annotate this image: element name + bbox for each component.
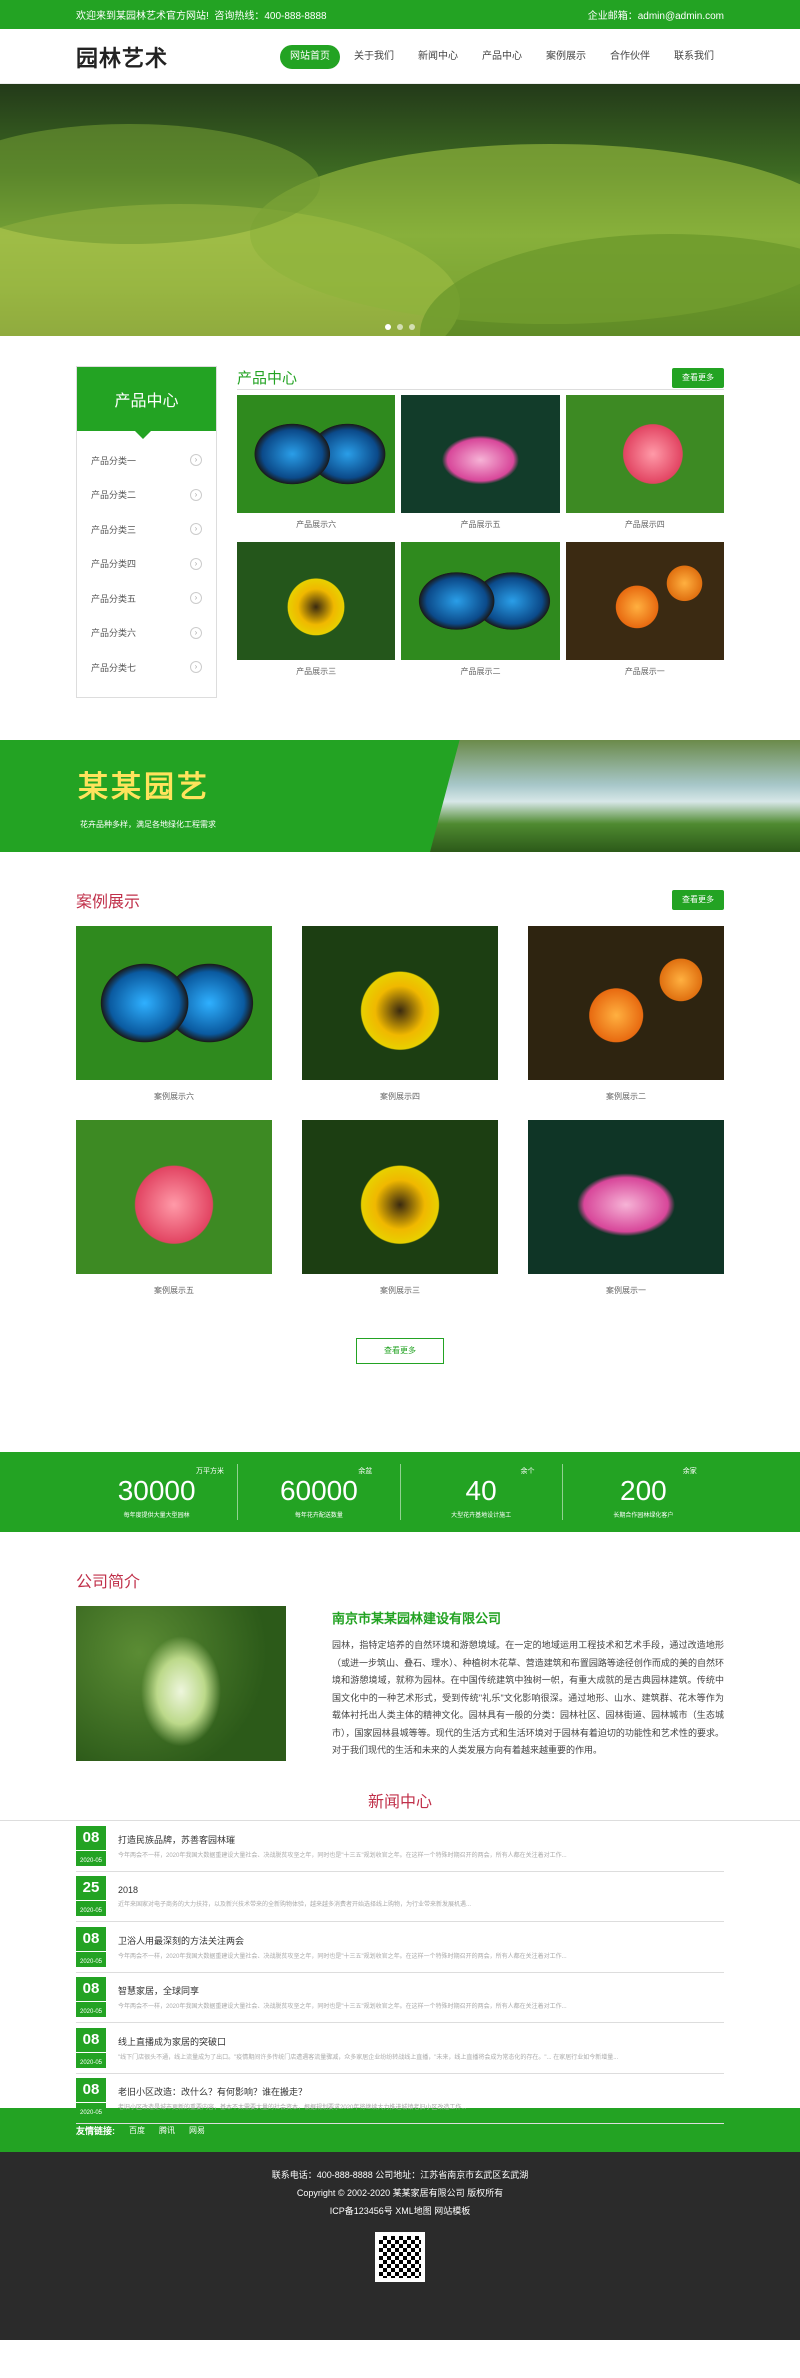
slogan-subtitle: 花卉品种多样，满足各地绿化工程需求 xyxy=(80,820,216,829)
product-card[interactable]: 产品展示二 xyxy=(401,542,560,684)
sidebar-title: 产品中心 xyxy=(77,367,216,439)
news-item[interactable]: 25 2020-05 2018 近年来国家对电子商务的大力扶持，以及新兴技术带来的全新… xyxy=(76,1872,724,1922)
qr-code-icon xyxy=(375,2232,425,2282)
category-item[interactable]: 产品分类六 › xyxy=(91,616,202,651)
category-item[interactable]: 产品分类三 › xyxy=(91,512,202,547)
slogan-title: 某某园艺 xyxy=(78,771,210,804)
more-button[interactable]: 查看更多 xyxy=(672,890,724,910)
case-card[interactable]: 案例展示二 xyxy=(528,926,724,1114)
header: 园林艺术 网站首页 关于我们 新闻中心 产品中心 案例展示 合作伙伴 联系我们 xyxy=(0,29,800,84)
company-name[interactable]: 南京市某某园林建设有限公司 xyxy=(332,1608,724,1627)
news-item[interactable]: 08 2020-05 卫浴人用最深刻的方法关注两会 今年两会不一样，2020年我国大数… xyxy=(76,1922,724,1973)
product-card[interactable]: 产品展示一 xyxy=(565,542,724,684)
landscape-image xyxy=(430,740,800,852)
section-title: 案例展示 xyxy=(76,894,141,911)
product-section: 产品中心 产品分类一 › 产品分类二 › 产品分类三 › 产品分类四 › 产品分类五 › … xyxy=(0,336,800,740)
friend-link[interactable]: 网易 xyxy=(189,2125,205,2136)
news-item[interactable]: 08 2020-05 打造民族品牌，苏善客园林璀 今年两会不一样，2020年我国大数据… xyxy=(76,1821,724,1872)
product-card[interactable]: 产品展示四 xyxy=(565,395,724,537)
friend-link[interactable]: 百度 xyxy=(129,2125,145,2136)
category-item[interactable]: 产品分类二 › xyxy=(91,478,202,513)
footer: 联系电话：400-888-8888 公司地址：江苏省南京市玄武区玄武湖 Copy… xyxy=(0,2152,800,2340)
footer-copyright: Copyright © 2002-2020 某某家居有限公司 版权所有 xyxy=(296,2188,504,2198)
date-badge: 08 2020-05 xyxy=(76,1825,106,1866)
friend-link[interactable]: 腾讯 xyxy=(159,2125,175,2136)
arrow-icon: › xyxy=(190,626,202,639)
category-item[interactable]: 产品分类五 › xyxy=(91,581,202,616)
nav-products[interactable]: 产品中心 xyxy=(472,45,532,69)
stat-item: 万平方米 30000 每年度提供大量大型园林 xyxy=(76,1464,239,1520)
more-button[interactable]: 查看更多 xyxy=(672,367,724,388)
arrow-icon: › xyxy=(190,488,202,501)
date-badge: 25 2020-05 xyxy=(76,1876,106,1917)
case-card[interactable]: 案例展示三 xyxy=(302,1120,498,1308)
banner-dot[interactable] xyxy=(397,324,403,330)
section-title: 新闻中心 xyxy=(0,1788,800,1821)
nav-partners[interactable]: 合作伙伴 xyxy=(600,45,660,69)
product-card[interactable]: 产品展示三 xyxy=(237,542,396,684)
arrow-icon: › xyxy=(190,557,202,570)
product-sidebar: 产品中心 产品分类一 › 产品分类二 › 产品分类三 › 产品分类四 › 产品分类五 › … xyxy=(76,366,217,698)
nav-home[interactable]: 网站首页 xyxy=(280,44,340,69)
arrow-icon: › xyxy=(190,523,202,536)
date-badge: 08 2020-05 xyxy=(76,2027,106,2068)
banner-dot[interactable] xyxy=(409,324,415,330)
case-section: 案例展示 查看更多 案例展示六 案例展示四 案例展示二 案例展示五 案例展示三 案… xyxy=(0,852,800,1452)
stat-item: 余个 40 大型花卉基地设计施工 xyxy=(401,1464,563,1520)
stat-item: 余家 200 长期合作园林绿化客户 xyxy=(613,1468,697,1519)
stats-band: 万平方米 30000 每年度提供大量大型园林 余盆 60000 每年花卉配送数量 余个 4… xyxy=(0,1452,800,1532)
case-card[interactable]: 案例展示五 xyxy=(76,1120,272,1308)
section-title: 产品中心 xyxy=(237,370,298,387)
stat-item: 余盆 60000 每年花卉配送数量 xyxy=(238,1464,401,1520)
slogan-banner: 某某园艺 花卉品种多样，满足各地绿化工程需求 xyxy=(0,740,800,852)
case-card[interactable]: 案例展示四 xyxy=(302,926,498,1114)
product-card[interactable]: 产品展示五 xyxy=(401,395,560,537)
category-item[interactable]: 产品分类七 › xyxy=(91,650,202,685)
view-more-button[interactable]: 查看更多 xyxy=(356,1338,444,1364)
hero-banner[interactable] xyxy=(0,84,800,336)
nav-contact[interactable]: 联系我们 xyxy=(664,45,724,69)
about-image xyxy=(76,1606,286,1761)
news-item[interactable]: 08 2020-05 智慧家居，全球同享 今年两会不一样，2020年我国大数据重建设大… xyxy=(76,1973,724,2023)
friend-links: 友情链接: 百度 腾讯 网易 xyxy=(0,2108,800,2152)
banner-dot[interactable] xyxy=(385,324,391,330)
news-section: 新闻中心 08 2020-05 打造民族品牌，苏善客园林璀 今年两会不一样，2020年… xyxy=(0,1768,800,2124)
main-nav: 网站首页 关于我们 新闻中心 产品中心 案例展示 合作伙伴 联系我们 xyxy=(280,44,724,69)
footer-icp[interactable]: ICP备123456号 XML地图 网站模板 xyxy=(0,2202,800,2220)
nav-news[interactable]: 新闻中心 xyxy=(408,45,468,69)
case-card[interactable]: 案例展示六 xyxy=(76,926,272,1114)
links-label: 友情链接: xyxy=(76,2125,115,2136)
arrow-icon: › xyxy=(190,592,202,605)
nav-about[interactable]: 关于我们 xyxy=(344,45,404,69)
news-item[interactable]: 08 2020-05 线上直播成为家居的突破口 "线下门店很头不通，线上流量成为了出口… xyxy=(76,2023,724,2074)
about-section: 公司简介 南京市某某园林建设有限公司 园林，指特定培养的自然环境和游憩境域。在一… xyxy=(0,1532,800,1768)
nav-cases[interactable]: 案例展示 xyxy=(536,45,596,69)
category-item[interactable]: 产品分类四 › xyxy=(91,547,202,582)
product-card[interactable]: 产品展示六 xyxy=(237,395,396,537)
case-card[interactable]: 案例展示一 xyxy=(528,1120,724,1308)
category-item[interactable]: 产品分类一 › xyxy=(91,443,202,478)
welcome-text: 欢迎来到某园林艺术官方网站! xyxy=(76,11,209,22)
arrow-icon: › xyxy=(190,661,202,674)
arrow-icon: › xyxy=(190,454,202,467)
email-text: 企业邮箱：admin@admin.com xyxy=(587,11,724,22)
company-intro: 园林，指特定培养的自然环境和游憩境域。在一定的地域运用工程技术和艺术手段，通过改… xyxy=(332,1640,724,1755)
section-title: 公司简介 xyxy=(76,1574,141,1591)
date-badge: 08 2020-05 xyxy=(76,1977,106,2018)
date-badge: 08 2020-05 xyxy=(76,1926,106,1967)
hotline-text: 咨询热线：400-888-8888 xyxy=(214,11,327,22)
top-bar: 欢迎来到某园林艺术官方网站! 咨询热线：400-888-8888 企业邮箱：ad… xyxy=(0,0,800,29)
banner-dots xyxy=(385,324,415,330)
site-logo[interactable]: 园林艺术 xyxy=(76,41,168,73)
footer-contact: 联系电话：400-888-8888 公司地址：江苏省南京市玄武区玄武湖 xyxy=(271,2170,529,2180)
